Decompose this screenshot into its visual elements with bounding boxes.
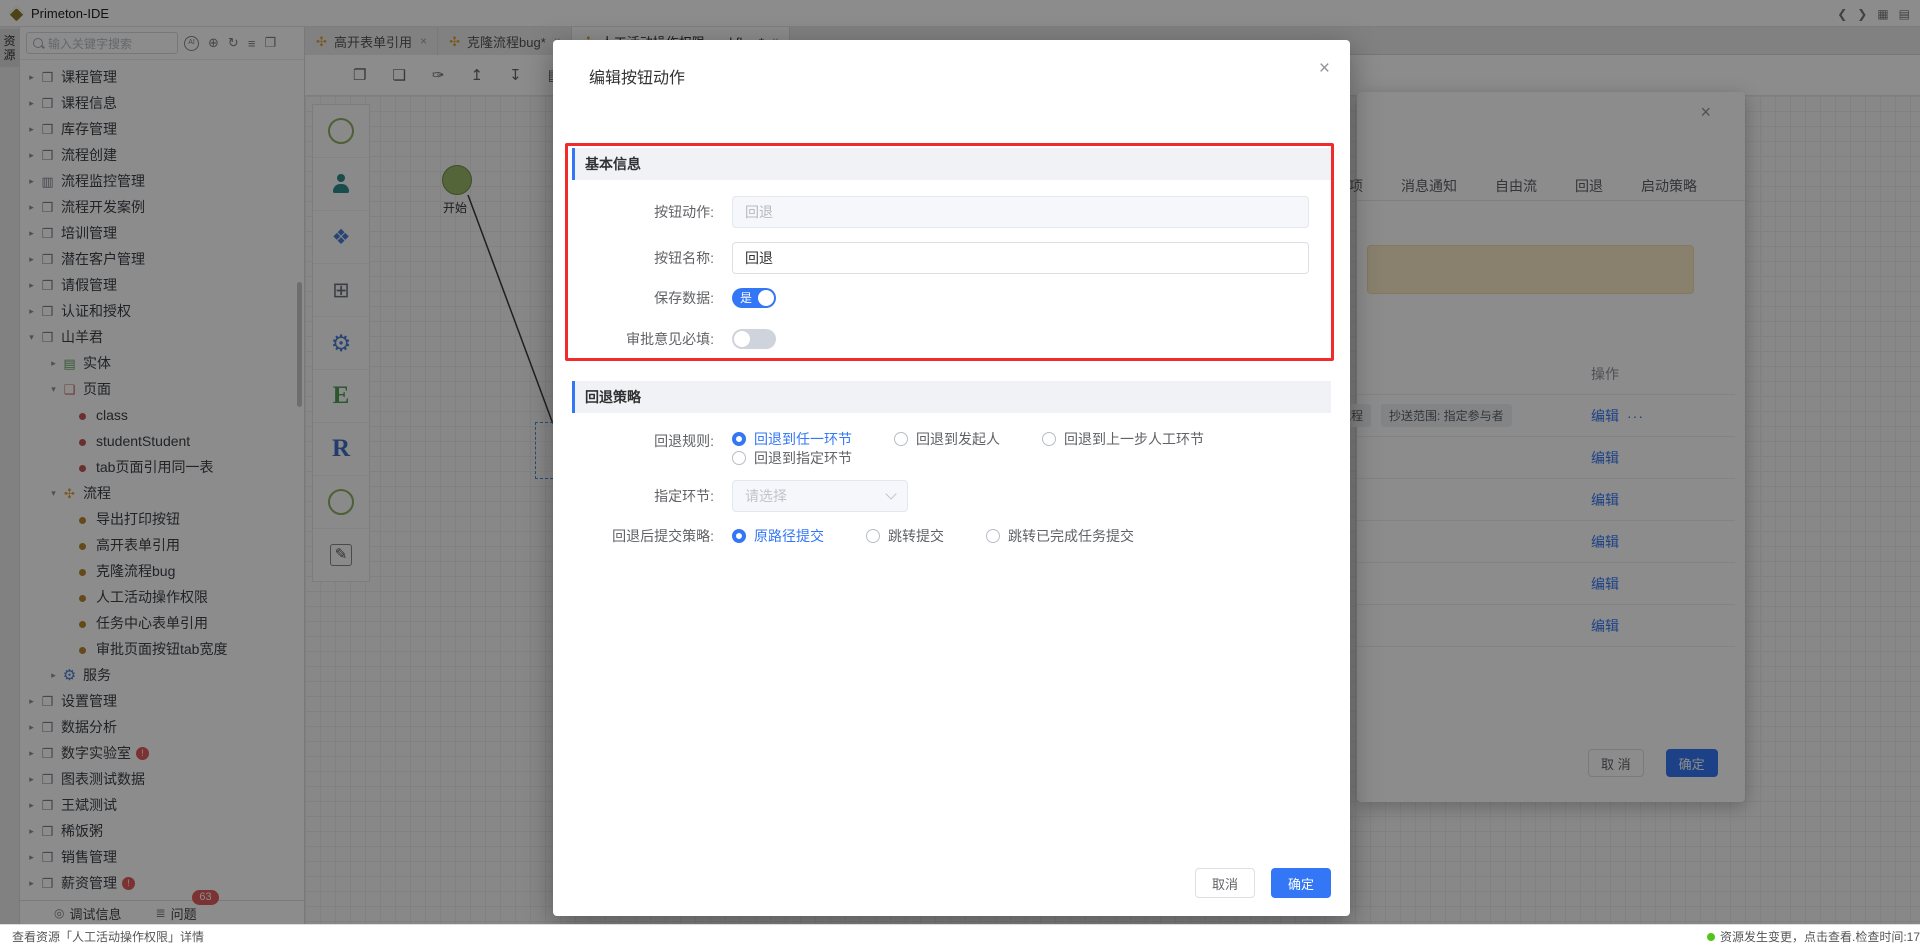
modal-close-icon[interactable]: × (1319, 58, 1330, 80)
radio-label: 跳转提交 (888, 526, 944, 546)
rollback-strategy-section-header: 回退策略 (572, 381, 1331, 413)
radio-jump-completed-task-submit[interactable]: 跳转已完成任务提交 (986, 526, 1134, 546)
radio-label: 跳转已完成任务提交 (1008, 526, 1134, 546)
app-root: Primeton-IDE ❮❯▦▤ 资源 输入关键字搜索 AI⊕↻≡❐ ▸ 课程… (0, 0, 1920, 945)
edit-button-action-modal: 编辑按钮动作 × 基本信息 按钮动作: 回退 按钮名称: 回退 保存数据: 是 … (553, 40, 1350, 916)
button-name-row: 按钮名称: 回退 (572, 242, 1331, 274)
comment-required-row: 审批意见必填: (572, 329, 1331, 349)
button-name-input[interactable]: 回退 (732, 242, 1309, 274)
cancel-button[interactable]: 取消 (1195, 868, 1255, 898)
submit-strategy-row: 回退后提交策略: 原路径提交 跳转提交 跳转已完成任务提交 (572, 526, 1331, 546)
status-bar: 查看资源「人工活动操作权限」详情 资源发生变更，点击查看.检查时间:17: (0, 924, 1920, 945)
button-action-input[interactable]: 回退 (732, 196, 1309, 228)
status-left-text: 查看资源「人工活动操作权限」详情 (12, 928, 204, 945)
modal-title: 编辑按钮动作 (589, 64, 685, 88)
radio-icon (986, 529, 1000, 543)
basic-info-section-header: 基本信息 (572, 148, 1331, 180)
radio-jump-submit[interactable]: 跳转提交 (866, 526, 944, 546)
radio-icon (894, 432, 908, 446)
field-label: 回退规则: (572, 430, 714, 451)
radio-rollback-any-step[interactable]: 回退到任一环节 (732, 429, 852, 449)
target-step-row: 指定环节: 请选择 (572, 480, 1331, 512)
save-data-row: 保存数据: 是 (572, 288, 1331, 308)
field-label: 审批意见必填: (572, 329, 714, 349)
radio-icon (732, 451, 746, 465)
field-label: 按钮名称: (572, 248, 714, 268)
radio-label: 回退到指定环节 (754, 448, 852, 468)
radio-label: 回退到任一环节 (754, 429, 852, 449)
field-label: 按钮动作: (572, 202, 714, 222)
field-label: 指定环节: (572, 486, 714, 506)
toggle-on-text: 是 (740, 291, 752, 305)
modal-footer: 取消 确定 (1195, 868, 1331, 898)
radio-rollback-to-initiator[interactable]: 回退到发起人 (894, 429, 1000, 449)
status-right-text: 资源发生变更，点击查看.检查时间:17: (1720, 928, 1920, 945)
radio-label: 原路径提交 (754, 526, 824, 546)
radio-rollback-previous-manual-step[interactable]: 回退到上一步人工环节 (1042, 429, 1204, 449)
section-title: 基本信息 (585, 154, 641, 174)
radio-label: 回退到上一步人工环节 (1064, 429, 1204, 449)
field-label: 回退后提交策略: (572, 526, 714, 546)
radio-icon (732, 529, 746, 543)
status-right-notice[interactable]: 资源发生变更，点击查看.检查时间:17: (1707, 928, 1920, 945)
radio-label: 回退到发起人 (916, 429, 1000, 449)
field-label: 保存数据: (572, 288, 714, 308)
radio-rollback-specified-step[interactable]: 回退到指定环节 (732, 448, 852, 468)
select-placeholder: 请选择 (745, 486, 787, 506)
section-title: 回退策略 (585, 387, 641, 407)
toggle-knob (758, 290, 774, 306)
save-data-toggle[interactable]: 是 (732, 288, 776, 308)
chevron-down-icon (885, 488, 896, 499)
comment-required-toggle[interactable] (732, 329, 776, 349)
radio-icon (1042, 432, 1056, 446)
status-green-dot-icon (1707, 933, 1715, 941)
rollback-rule-row: 回退规则: 回退到任一环节 回退到发起人 回退到上一步人工环节 (572, 430, 1331, 466)
target-step-select[interactable]: 请选择 (732, 480, 908, 512)
ok-button[interactable]: 确定 (1271, 868, 1331, 898)
radio-original-path-submit[interactable]: 原路径提交 (732, 526, 824, 546)
button-action-row: 按钮动作: 回退 (572, 196, 1331, 228)
toggle-knob (734, 331, 750, 347)
radio-icon (866, 529, 880, 543)
radio-icon (732, 432, 746, 446)
